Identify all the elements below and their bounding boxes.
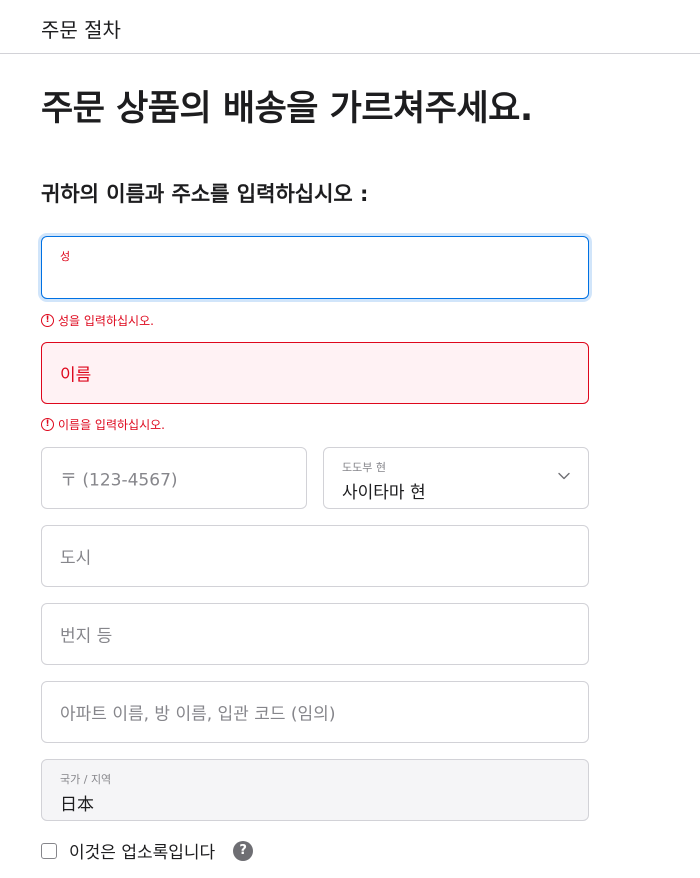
business-address-label[interactable]: 이것은 업소록입니다: [69, 838, 215, 863]
city-placeholder: 도시: [60, 548, 92, 569]
postal-code-field[interactable]: 〒 (123-4567): [41, 447, 307, 509]
city-field[interactable]: 도시: [41, 525, 589, 587]
section-heading: 귀하의 이름과 주소를 입력하십시오 :: [41, 182, 369, 206]
last-name-error-text: 성을 입력하십시오.: [58, 314, 154, 328]
first-name-field[interactable]: 이름: [41, 342, 589, 404]
exclamation-circle-icon: !: [41, 418, 54, 431]
country-field: 국가 / 지역 日本: [41, 759, 589, 821]
country-value: 日本: [60, 795, 94, 815]
street-placeholder: 번지 등: [60, 626, 113, 647]
top-bar: 주문 절차: [0, 0, 700, 54]
apartment-field[interactable]: 아파트 이름, 방 이름, 입관 코드 (임의): [41, 681, 589, 743]
first-name-error-text: 이름을 입력하십시오.: [58, 418, 165, 432]
postal-code-placeholder: 〒 (123-4567): [60, 470, 178, 491]
last-name-error: ! 성을 입력하십시오.: [41, 312, 154, 329]
prefecture-select[interactable]: 도도부 현 사이타마 현: [323, 447, 589, 509]
first-name-placeholder: 이름: [60, 365, 92, 386]
street-field[interactable]: 번지 등: [41, 603, 589, 665]
chevron-down-icon: [558, 472, 570, 480]
page-heading: 주문 상품의 배송을 가르쳐주세요.: [41, 89, 533, 129]
first-name-error: ! 이름을 입력하십시오.: [41, 416, 165, 433]
apartment-placeholder: 아파트 이름, 방 이름, 입관 코드 (임의): [60, 704, 336, 725]
country-label: 국가 / 지역: [60, 773, 112, 786]
question-mark-icon[interactable]: ?: [233, 840, 254, 861]
business-address-row: 이것은 업소록입니다 ?: [41, 838, 254, 863]
prefecture-label: 도도부 현: [342, 461, 386, 474]
last-name-field[interactable]: 성: [41, 236, 589, 299]
exclamation-circle-icon: !: [41, 314, 54, 327]
last-name-label: 성: [60, 250, 71, 263]
prefecture-selected-value: 사이타마 현: [342, 483, 426, 503]
checkout-title: 주문 절차: [41, 18, 121, 42]
business-address-checkbox[interactable]: [41, 842, 57, 859]
